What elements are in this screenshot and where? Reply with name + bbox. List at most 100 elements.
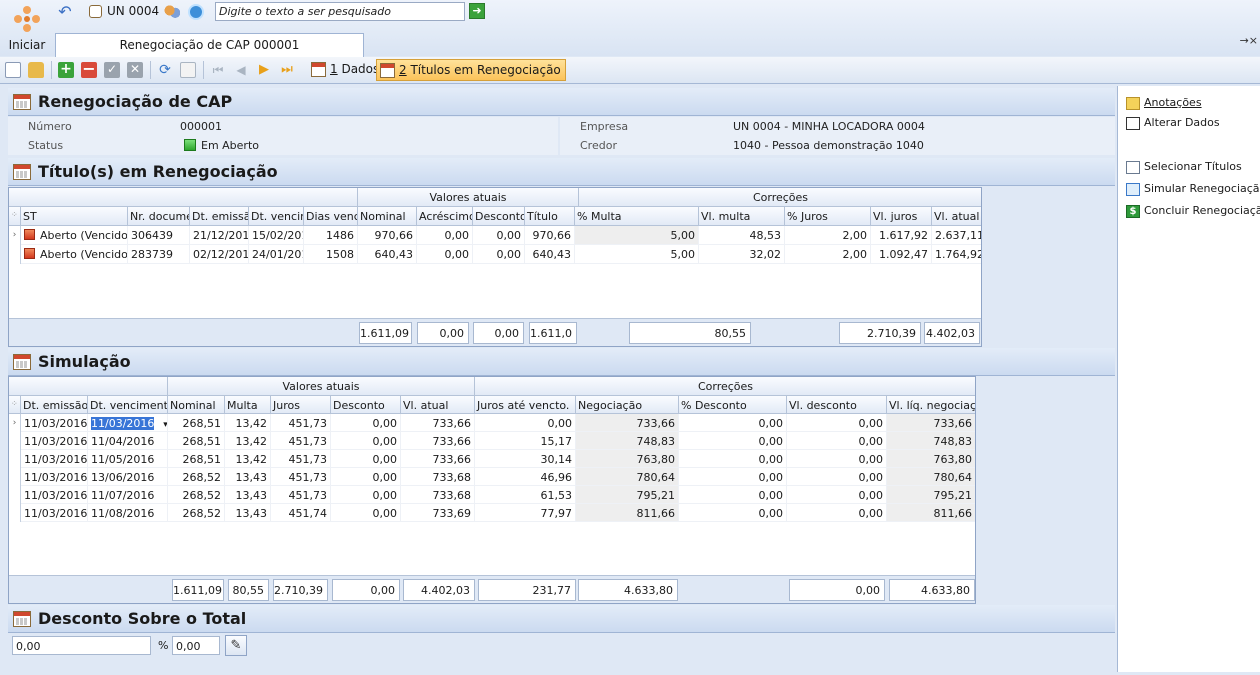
column-header[interactable]: % Multa [575, 207, 699, 226]
column-header[interactable]: Juros [271, 396, 331, 414]
table-cell[interactable]: 748,83 [887, 432, 975, 450]
table-cell[interactable]: 0,00 [417, 245, 473, 264]
column-header[interactable]: Dt. vencimento [88, 396, 168, 414]
column-header[interactable]: Negociação [576, 396, 679, 414]
vencimento-selected-value[interactable]: 11/03/2016 [91, 417, 155, 430]
table-cell[interactable]: 0,00 [679, 504, 787, 522]
table-cell[interactable]: 77,97 [475, 504, 576, 522]
status-cell[interactable]: Aberto (Vencido) [21, 226, 128, 245]
table-cell[interactable]: 0,00 [787, 450, 887, 468]
table-cell[interactable]: 5,00 [575, 226, 699, 245]
table-cell[interactable]: 795,21 [576, 486, 679, 504]
table-cell[interactable]: 11/03/2016 [21, 504, 88, 522]
table-cell[interactable]: 733,68 [401, 468, 475, 486]
table-cell[interactable]: 0,00 [679, 414, 787, 432]
column-header[interactable]: Nominal [168, 396, 225, 414]
table-cell[interactable]: 811,66 [887, 504, 975, 522]
table-cell[interactable]: 13,42 [225, 450, 271, 468]
row-indicator[interactable] [9, 432, 21, 450]
unit-label[interactable]: UN 0004 [107, 4, 159, 18]
column-header[interactable]: Dt. emissão [190, 207, 249, 226]
table-cell[interactable]: 0,00 [331, 432, 401, 450]
row-indicator[interactable]: › [9, 226, 21, 245]
table-cell[interactable]: 763,80 [887, 450, 975, 468]
first-record-icon[interactable]: ⏮ [210, 62, 226, 78]
table-cell[interactable]: 0,00 [473, 226, 525, 245]
table-cell[interactable]: 0,00 [679, 450, 787, 468]
table-cell[interactable]: 13,42 [225, 414, 271, 432]
table-cell[interactable]: 1.764,92 [932, 245, 981, 264]
table-cell[interactable]: 0,00 [331, 486, 401, 504]
table-cell[interactable]: 0,00 [787, 486, 887, 504]
row-indicator[interactable] [9, 245, 21, 264]
column-header[interactable]: Título [525, 207, 575, 226]
table-cell[interactable]: 1508 [304, 245, 358, 264]
table-cell[interactable]: 11/04/2016 [88, 432, 168, 450]
table-cell[interactable]: 795,21 [887, 486, 975, 504]
table-cell[interactable]: 811,66 [576, 504, 679, 522]
table-cell[interactable]: 283739 [128, 245, 190, 264]
table-cell[interactable]: 451,73 [271, 468, 331, 486]
table-cell[interactable]: 748,83 [576, 432, 679, 450]
action-concluir-renegociacao[interactable]: $ Concluir Renegociação [1126, 204, 1260, 220]
table-cell[interactable]: 0,00 [787, 432, 887, 450]
search-input[interactable]: Digite o texto a ser pesquisado [215, 2, 465, 21]
column-header[interactable]: Dias venc [304, 207, 358, 226]
table-cell[interactable]: 268,51 [168, 450, 225, 468]
start-button[interactable]: Iniciar [0, 0, 54, 56]
table-cell[interactable]: 451,73 [271, 414, 331, 432]
previous-record-icon[interactable]: ◀ [233, 62, 249, 78]
table-cell[interactable]: 733,68 [401, 486, 475, 504]
table-cell[interactable]: 733,66 [401, 432, 475, 450]
table-cell[interactable]: 733,66 [887, 414, 975, 432]
table-cell[interactable]: 268,52 [168, 486, 225, 504]
table-cell[interactable]: 268,51 [168, 432, 225, 450]
search-go-button[interactable]: ➜ [469, 3, 485, 19]
next-record-icon[interactable]: ▶ [256, 62, 272, 78]
table-cell[interactable]: 2,00 [785, 226, 871, 245]
table-cell[interactable]: 02/12/201 [190, 245, 249, 264]
table-cell[interactable]: 0,00 [331, 414, 401, 432]
table-cell[interactable]: 763,80 [576, 450, 679, 468]
table-cell[interactable]: 780,64 [576, 468, 679, 486]
vencimento-dropdown[interactable]: 11/03/2016 ▾ [88, 414, 168, 432]
table-cell[interactable]: 970,66 [525, 226, 575, 245]
table-cell[interactable]: 0,00 [679, 432, 787, 450]
confirm-icon[interactable]: ✓ [104, 62, 120, 78]
table-cell[interactable]: 0,00 [787, 468, 887, 486]
last-record-icon[interactable]: ⏭ [279, 62, 295, 78]
table-cell[interactable]: 0,00 [331, 504, 401, 522]
preview-icon[interactable] [180, 62, 196, 78]
tab-titulos-renegociacao[interactable]: 2 Títulos em Renegociação [376, 59, 566, 81]
unit-icon[interactable] [89, 5, 102, 18]
row-indicator[interactable] [9, 504, 21, 522]
table-cell[interactable]: 11/05/2016 [88, 450, 168, 468]
table-cell[interactable]: 46,96 [475, 468, 576, 486]
action-anotacoes[interactable]: Anotações [1126, 96, 1202, 112]
column-header[interactable]: Vl. líq. negociação [887, 396, 975, 414]
action-selecionar-titulos[interactable]: Selecionar Títulos [1126, 160, 1242, 176]
table-cell[interactable]: 0,00 [473, 245, 525, 264]
tab-renegociacao[interactable]: Renegociação de CAP 000001 [55, 33, 364, 57]
undo-icon[interactable]: ↶ [56, 3, 74, 21]
table-cell[interactable]: 306439 [128, 226, 190, 245]
users-icon[interactable] [164, 4, 180, 20]
table-cell[interactable]: 21/12/201 [190, 226, 249, 245]
table-cell[interactable]: 970,66 [358, 226, 417, 245]
desconto-value-input[interactable]: 0,00 [12, 636, 151, 655]
table-cell[interactable]: 0,00 [787, 414, 887, 432]
column-header[interactable]: Vl. juros [871, 207, 932, 226]
table-cell[interactable]: 268,51 [168, 414, 225, 432]
table-cell[interactable]: 13,43 [225, 486, 271, 504]
column-header[interactable]: Desconto [473, 207, 525, 226]
table-cell[interactable]: 0,00 [679, 486, 787, 504]
column-header[interactable]: % Desconto [679, 396, 787, 414]
table-cell[interactable]: 11/03/2016 [21, 468, 88, 486]
table-cell[interactable]: 32,02 [699, 245, 785, 264]
desconto-percent-input[interactable]: 0,00 [172, 636, 220, 655]
column-header[interactable]: Vl. atual [932, 207, 981, 226]
status-cell[interactable]: Aberto (Vencido) [21, 245, 128, 264]
table-cell[interactable]: 733,66 [401, 414, 475, 432]
table-cell[interactable]: 61,53 [475, 486, 576, 504]
table-cell[interactable]: 2.637,11 [932, 226, 981, 245]
